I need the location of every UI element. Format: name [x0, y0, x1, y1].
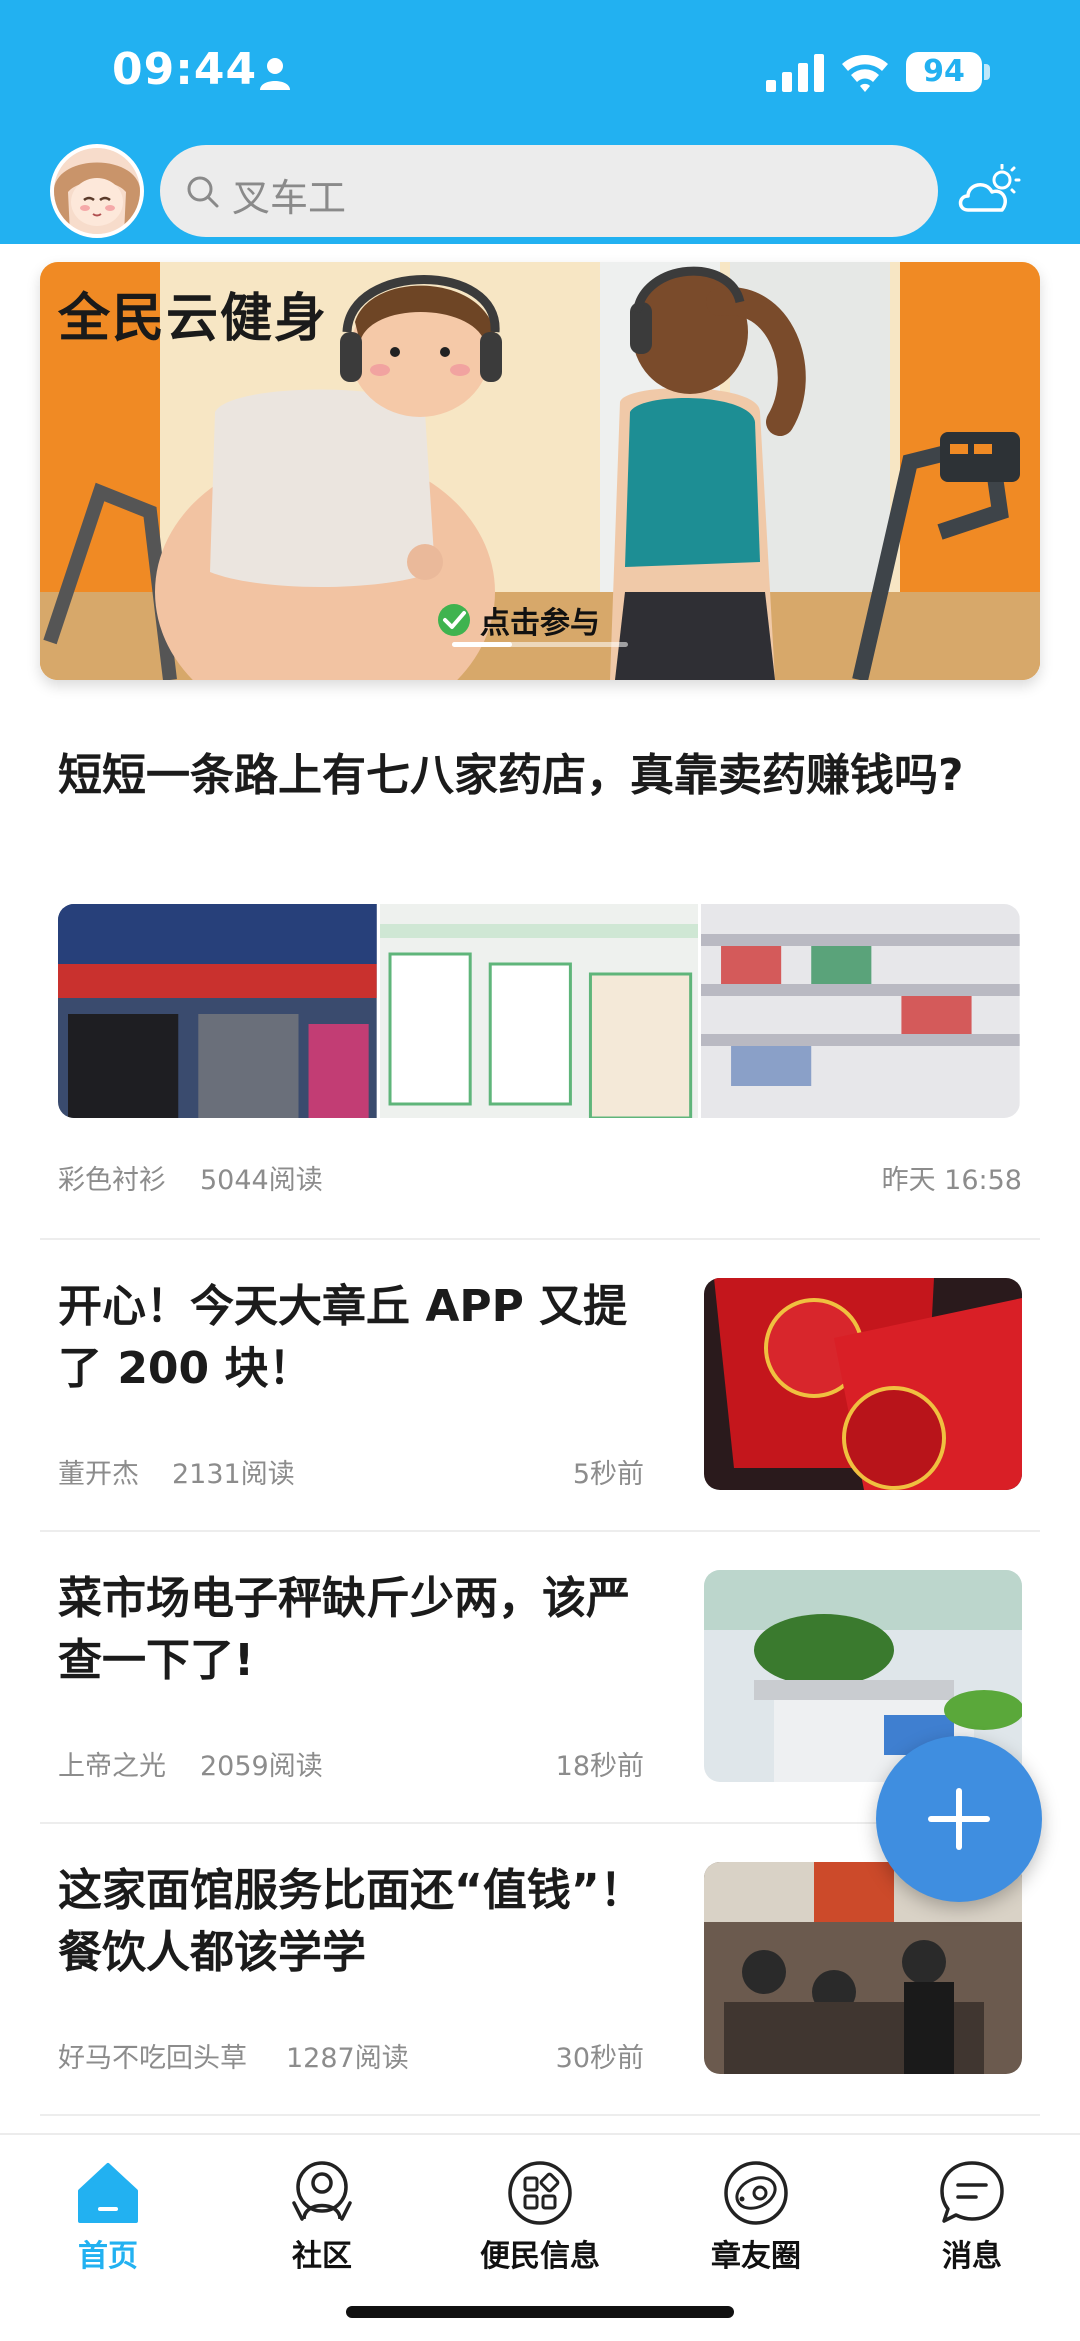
tab-messages[interactable]: 消息 — [902, 2151, 1042, 2274]
banner-pager-active — [452, 642, 512, 647]
cellular-signal-icon — [766, 54, 824, 92]
article-time: 18秒前 — [555, 1751, 644, 1782]
check-circle-icon — [438, 604, 470, 636]
feed-divider — [40, 2114, 1040, 2116]
person-icon — [260, 58, 290, 90]
tab-label: 首页 — [78, 2239, 138, 2274]
tab-services[interactable]: 便民信息 — [470, 2151, 610, 2274]
wifi-icon — [842, 55, 888, 92]
community-icon — [292, 2161, 352, 2221]
tab-label: 社区 — [292, 2239, 352, 2274]
message-icon — [940, 2161, 1004, 2223]
article-reads: 2131阅读 — [172, 1459, 295, 1490]
article-time: 30秒前 — [555, 2043, 644, 2074]
article-author: 上帝之光 — [58, 1751, 166, 1782]
tab-community[interactable]: 社区 — [252, 2151, 392, 2274]
article-author: 好马不吃回头草 — [58, 2043, 247, 2074]
weather-cloud-sun-icon[interactable] — [956, 164, 1022, 216]
planet-icon — [724, 2161, 788, 2225]
battery-nub — [984, 64, 990, 80]
banner-join-button[interactable]: 点击参与 — [436, 598, 600, 642]
search-placeholder: 叉车工 — [232, 176, 347, 220]
article-author: 董开杰 — [58, 1459, 139, 1490]
battery-level: 94 — [923, 54, 965, 89]
article-title[interactable]: 开心！今天大章丘 APP 又提了 200 块！ — [58, 1276, 658, 1400]
tab-label: 便民信息 — [480, 2239, 600, 2274]
article-reads: 2059阅读 — [200, 1751, 323, 1782]
article-title[interactable]: 短短一条路上有七八家药店，真靠卖药赚钱吗? — [58, 744, 1018, 808]
red-envelope-image[interactable] — [704, 1278, 1022, 1490]
plus-icon-vertical — [956, 1788, 962, 1850]
search-bar[interactable]: 叉车工 — [160, 145, 938, 237]
promo-banner[interactable]: 全民云健身 点击参与 — [40, 262, 1040, 680]
article-image-strip[interactable] — [58, 904, 1020, 1118]
home-icon — [78, 2163, 138, 2223]
top-header: 09:44 94 叉车工 — [0, 0, 1080, 244]
tab-label: 章友圈 — [711, 2239, 801, 2274]
battery-indicator: 94 — [906, 52, 982, 92]
tab-label: 消息 — [942, 2239, 1002, 2274]
apps-icon — [508, 2161, 572, 2225]
banner-title: 全民云健身 — [58, 288, 329, 349]
article-time: 昨天 16:58 — [881, 1165, 1022, 1196]
article-reads: 1287阅读 — [286, 2043, 409, 2074]
article-title[interactable]: 菜市场电子秤缺斤少两，该严查一下了! — [58, 1568, 658, 1692]
article-author: 彩色衬衫 — [58, 1165, 166, 1196]
create-post-button[interactable] — [876, 1736, 1042, 1902]
pharmacy-interior-image — [379, 904, 699, 1118]
article-reads: 5044阅读 — [200, 1165, 323, 1196]
pharmacy-storefront-image — [58, 904, 377, 1118]
tab-home[interactable]: 首页 — [38, 2151, 178, 2274]
article-title[interactable]: 这家面馆服务比面还“值钱”！餐饮人都该学学 — [58, 1860, 658, 1984]
feed-divider — [40, 1530, 1040, 1532]
banner-cta-label: 点击参与 — [480, 606, 600, 641]
pharmacy-shelves-image — [701, 904, 1020, 1118]
status-time: 09:44 — [112, 44, 258, 95]
avatar-illustration — [54, 148, 140, 234]
status-bar: 09:44 94 — [0, 0, 1080, 140]
article-time: 5秒前 — [572, 1459, 644, 1490]
user-avatar[interactable] — [50, 144, 144, 238]
search-icon — [187, 176, 219, 208]
tab-friends-circle[interactable]: 章友圈 — [686, 2151, 826, 2274]
home-indicator[interactable] — [346, 2306, 734, 2318]
feed-divider — [40, 1238, 1040, 1240]
